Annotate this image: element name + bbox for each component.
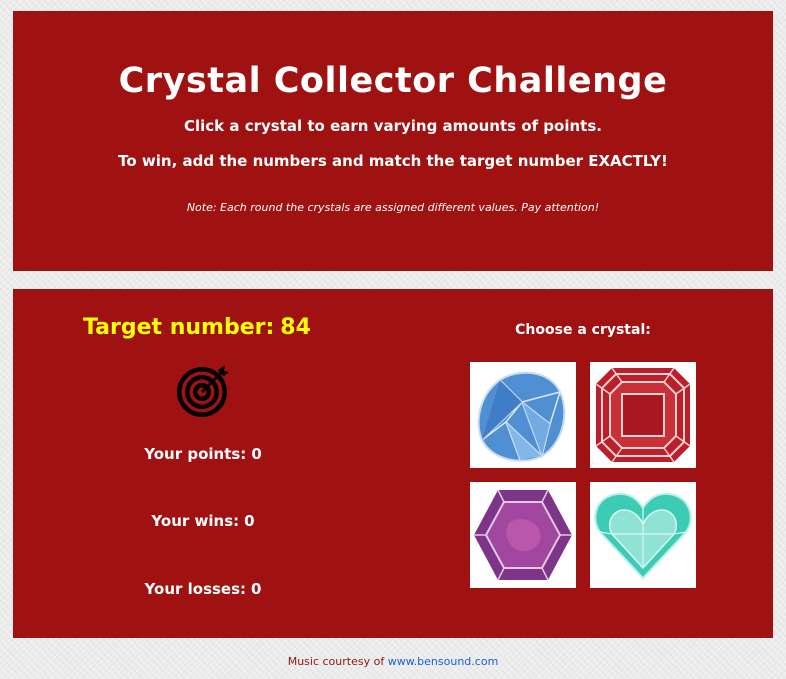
page-title: Crystal Collector Challenge [118, 61, 668, 101]
footer-text: Music courtesy of [287, 655, 385, 668]
points-value: 0 [251, 445, 262, 463]
wins-label: Your wins: [151, 512, 240, 530]
target-number: Target number: 84 [83, 315, 311, 340]
losses-label: Your losses: [144, 580, 247, 598]
target-icon [177, 365, 229, 417]
blue-pear-crystal-button[interactable] [470, 362, 576, 468]
wins-stat: Your wins: 0 [13, 512, 393, 530]
losses-stat: Your losses: 0 [13, 580, 393, 598]
note-text: Note: Each round the crystals are assign… [186, 201, 600, 214]
purple-hexagon-crystal-button[interactable] [470, 482, 576, 588]
losses-value: 0 [251, 580, 262, 598]
goal-text: To win, add the numbers and match the ta… [118, 152, 668, 170]
game-panel: Target number: 84 Your points: 0 Your wins… [13, 289, 773, 638]
bensound-link[interactable]: www.bensound.com [388, 655, 499, 668]
header-panel: Crystal Collector Challenge Click a crys… [13, 11, 773, 271]
points-stat: Your points: 0 [13, 445, 393, 463]
points-label: Your points: [144, 445, 247, 463]
choose-crystal-label: Choose a crystal: [515, 322, 651, 338]
footer: Music courtesy of www.bensound.com [0, 655, 786, 668]
score-column: Target number: 84 Your points: 0 Your wins… [13, 289, 393, 638]
blue-pear-crystal-icon [477, 371, 566, 462]
teal-heart-crystal-icon [594, 492, 692, 580]
teal-heart-crystal-button[interactable] [590, 482, 696, 588]
wins-value: 0 [244, 512, 255, 530]
target-label: Target number: [83, 315, 275, 340]
instruction-text: Click a crystal to earn varying amounts … [184, 117, 602, 135]
target-value: 84 [280, 315, 311, 340]
red-emerald-cut-crystal-button[interactable] [590, 362, 696, 468]
purple-hexagon-crystal-icon [474, 489, 572, 581]
red-emerald-cut-crystal-icon [595, 367, 691, 463]
